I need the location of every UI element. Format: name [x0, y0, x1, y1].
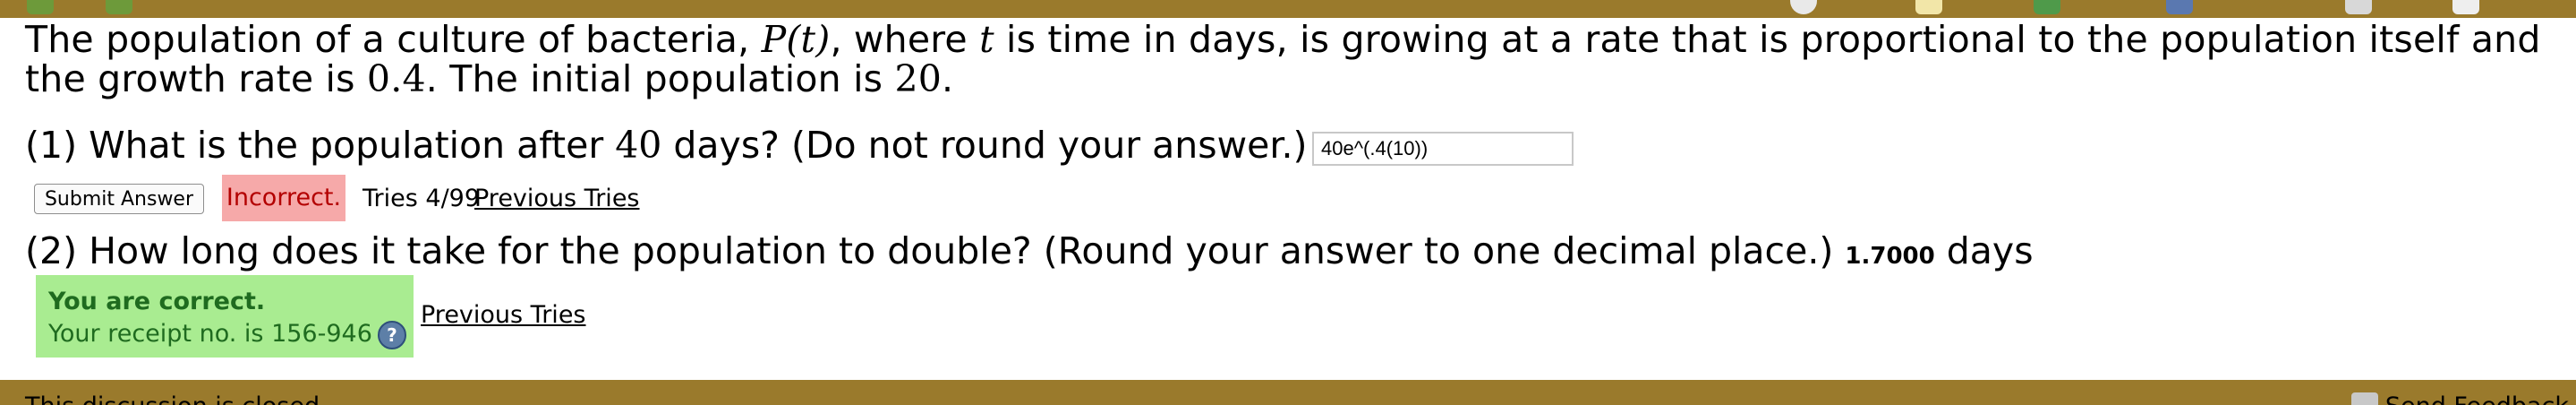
question-text: (1) What is the population after [25, 124, 616, 167]
toolbar-icon[interactable] [2034, 0, 2060, 14]
question-1: (1) What is the population after 40 days… [25, 122, 1307, 168]
help-icon[interactable]: ? [377, 320, 406, 349]
problem-statement: The population of a culture of bacteria,… [25, 20, 2558, 99]
toolbar-icon[interactable] [2452, 0, 2479, 14]
correct-message: You are correct. [48, 288, 266, 315]
toolbar-icon[interactable] [1790, 0, 1817, 14]
toolbar-icon[interactable] [1915, 0, 1942, 14]
growth-rate-value: 0.4 [366, 57, 426, 100]
previous-tries-link[interactable]: Previous Tries [421, 301, 586, 329]
submit-answer-button[interactable]: Submit Answer [34, 184, 204, 214]
top-toolbar [0, 0, 2576, 18]
initial-population-value: 20 [894, 57, 943, 100]
days-value: 40 [615, 124, 662, 167]
answer-unit: days [1946, 229, 2034, 272]
send-feedback-label: Send Feedback [2385, 392, 2569, 405]
receipt-line: Your receipt no. is 156-946? [48, 318, 414, 350]
question-text: (2) How long does it take for the popula… [25, 229, 1846, 272]
back-arrow-icon[interactable] [27, 0, 54, 14]
submitted-answer: 1.7000 [1845, 243, 1935, 270]
toolbar-icon[interactable] [2345, 0, 2372, 14]
problem-text: . The initial population is [425, 57, 895, 100]
incorrect-status-badge: Incorrect. [222, 175, 345, 221]
answer-input[interactable] [1312, 132, 1574, 166]
problem-text: The population of a culture of bacteria, [25, 18, 762, 61]
correct-status-box: You are correct. Your receipt no. is 156… [36, 275, 414, 358]
tries-count: Tries 4/99 [363, 185, 481, 212]
question-text: days? (Do not round your answer.) [661, 124, 1308, 167]
footer-bar: This discussion is closed. Send Feedback [0, 380, 2576, 405]
problem-text: , where [830, 18, 980, 61]
question-2: (2) How long does it take for the popula… [25, 228, 2034, 280]
math-function: P(t) [761, 18, 831, 61]
forward-arrow-icon[interactable] [106, 0, 132, 14]
feedback-icon [2350, 392, 2378, 405]
toolbar-icon[interactable] [2166, 0, 2193, 14]
math-variable: t [979, 18, 994, 61]
receipt-number: Your receipt no. is 156-946 [48, 320, 372, 348]
previous-tries-link[interactable]: Previous Tries [474, 185, 640, 212]
discussion-closed-text: This discussion is closed. [25, 392, 328, 405]
problem-text: . [942, 57, 954, 100]
send-feedback-link[interactable]: Send Feedback [2350, 392, 2569, 405]
